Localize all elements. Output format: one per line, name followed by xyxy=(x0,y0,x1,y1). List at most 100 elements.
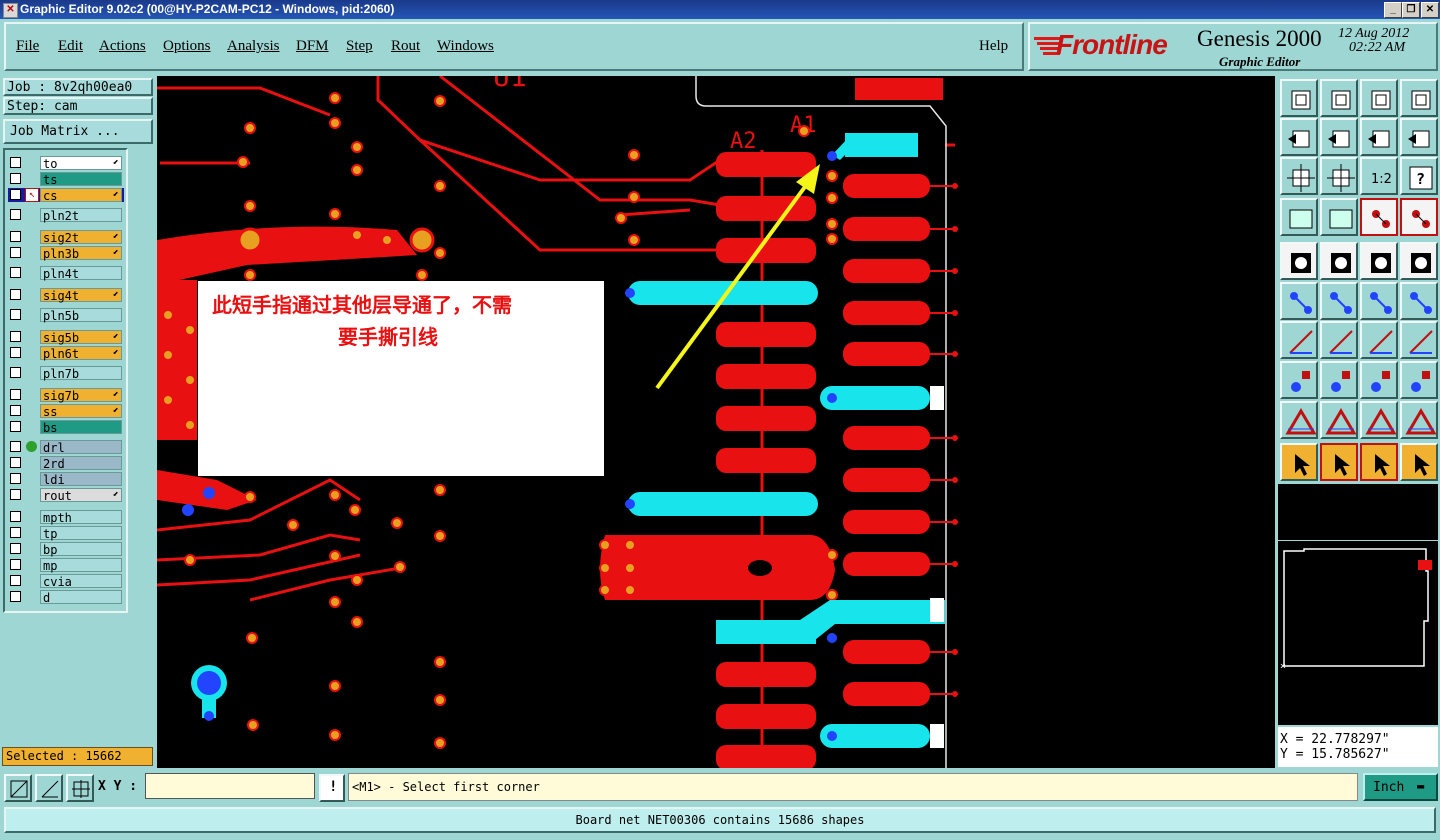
layer-row-mpth[interactable]: mpth xyxy=(8,510,124,525)
menu-options[interactable]: Options xyxy=(163,38,211,55)
layer-checkbox[interactable] xyxy=(10,173,21,184)
pointer-button[interactable] xyxy=(1280,443,1318,481)
angle-button[interactable] xyxy=(1280,321,1318,359)
layer-row-sig2t[interactable]: sig2t ⬋ xyxy=(8,230,124,245)
menu-help[interactable]: Help xyxy=(979,38,1008,55)
layer-row-mp[interactable]: mp xyxy=(8,558,124,573)
triangle-2-button[interactable] xyxy=(1320,401,1358,439)
menu-step[interactable]: Step xyxy=(346,38,373,55)
zoom-home-button[interactable] xyxy=(1280,118,1318,156)
maximize-button[interactable]: ❐ xyxy=(1402,2,1420,18)
layer-row-pln5b[interactable]: pln5b xyxy=(8,308,124,323)
menu-file[interactable]: File xyxy=(16,38,39,55)
open-job-button[interactable] xyxy=(1280,79,1318,117)
line-button[interactable] xyxy=(1320,321,1358,359)
menu-edit[interactable]: Edit xyxy=(58,38,83,55)
layer-checkbox[interactable] xyxy=(10,209,21,220)
fit-screen-button[interactable] xyxy=(1280,157,1318,195)
layer-row-ts[interactable]: ts xyxy=(8,172,124,187)
flip-button[interactable] xyxy=(1360,118,1398,156)
layer-row-sig5b[interactable]: sig5b ⬋ xyxy=(8,330,124,345)
menu-windows[interactable]: Windows xyxy=(437,38,494,55)
layer-checkbox[interactable] xyxy=(10,331,21,342)
layer-checkbox[interactable] xyxy=(10,489,21,500)
window-layout-button[interactable] xyxy=(1400,79,1438,117)
triangle-1-button[interactable] xyxy=(1280,401,1318,439)
close-button[interactable]: ✕ xyxy=(1421,2,1439,18)
layer-row-d[interactable]: d xyxy=(8,590,124,605)
triangle-3-button[interactable] xyxy=(1360,401,1398,439)
route-button[interactable] xyxy=(1400,443,1438,481)
zoom-area-button[interactable] xyxy=(4,774,32,802)
layer-checkbox[interactable] xyxy=(10,473,21,484)
layer-row-cs[interactable]: ↖ cs ⬋ xyxy=(8,188,124,203)
alert-button[interactable]: ! xyxy=(319,774,345,802)
layer-checkbox[interactable] xyxy=(10,559,21,570)
layer-checkbox[interactable] xyxy=(10,157,21,168)
layer-row-cvia[interactable]: cvia xyxy=(8,574,124,589)
line-pad-button[interactable] xyxy=(1360,282,1398,320)
overview-map[interactable]: × xyxy=(1278,541,1438,725)
save-button[interactable] xyxy=(1320,79,1358,117)
layer-checkbox[interactable] xyxy=(10,347,21,358)
layer-checkbox[interactable] xyxy=(10,591,21,602)
menu-rout[interactable]: Rout xyxy=(391,38,420,55)
layer-row-rout[interactable]: rout ⬋ xyxy=(8,488,124,503)
minimize-button[interactable]: _ xyxy=(1384,2,1402,18)
xy-input[interactable] xyxy=(145,773,315,799)
clip-button[interactable] xyxy=(1280,198,1318,236)
layer-checkbox[interactable] xyxy=(10,511,21,522)
scale-button[interactable]: 1:2 xyxy=(1360,157,1398,195)
layer-row-pln3b[interactable]: pln3b ⬋ xyxy=(8,246,124,261)
grid-snap-button[interactable] xyxy=(66,774,94,802)
layer-scrollbar[interactable] xyxy=(128,148,152,768)
layer-checkbox[interactable] xyxy=(10,405,21,416)
layer-checkbox[interactable] xyxy=(10,309,21,320)
net-button[interactable] xyxy=(1360,198,1398,236)
menu-actions[interactable]: Actions xyxy=(99,38,146,55)
layer-checkbox[interactable] xyxy=(10,189,21,200)
help-button[interactable]: ? xyxy=(1400,157,1438,195)
line-pad2-button[interactable] xyxy=(1400,282,1438,320)
triangle-4-button[interactable] xyxy=(1400,401,1438,439)
dash-button[interactable] xyxy=(1320,361,1358,399)
snap-button[interactable] xyxy=(1400,118,1438,156)
layer-row-pln4t[interactable]: pln4t xyxy=(8,266,124,281)
layer-checkbox[interactable] xyxy=(10,231,21,242)
grid-button[interactable] xyxy=(1320,198,1358,236)
text-f-button[interactable] xyxy=(1400,321,1438,359)
layer-checkbox[interactable] xyxy=(10,289,21,300)
menu-dfm[interactable]: DFM xyxy=(296,38,329,55)
layer-row-ldi[interactable]: ldi xyxy=(8,472,124,487)
layer-row-pln7b[interactable]: pln7b xyxy=(8,366,124,381)
connect-button[interactable] xyxy=(1280,282,1318,320)
layer-checkbox[interactable] xyxy=(10,367,21,378)
layer-checkbox[interactable] xyxy=(10,527,21,538)
layer-row-bs[interactable]: bs xyxy=(8,420,124,435)
units-select[interactable]: Inch ▬ xyxy=(1363,773,1438,801)
ruler-button[interactable] xyxy=(1360,242,1398,280)
layer-row-tp[interactable]: tp xyxy=(8,526,124,541)
layer-row-pln2t[interactable]: pln2t xyxy=(8,208,124,223)
layer-row-2rd[interactable]: 2rd xyxy=(8,456,124,471)
measure-button[interactable] xyxy=(1360,361,1398,399)
home-button[interactable] xyxy=(1360,79,1398,117)
center-button[interactable] xyxy=(1320,157,1358,195)
layer-row-bp[interactable]: bp xyxy=(8,542,124,557)
layer-row-drl[interactable]: drl xyxy=(8,440,124,455)
pointer-select-button[interactable] xyxy=(1360,443,1398,481)
arc-button[interactable] xyxy=(1360,321,1398,359)
layer-checkbox[interactable] xyxy=(10,389,21,400)
measure-button[interactable] xyxy=(35,774,63,802)
layer-checkbox[interactable] xyxy=(10,575,21,586)
layer-checkbox[interactable] xyxy=(10,247,21,258)
layer-checkbox[interactable] xyxy=(10,441,21,452)
job-matrix-button[interactable]: Job Matrix ... xyxy=(3,119,153,144)
layer-checkbox[interactable] xyxy=(10,267,21,278)
net-select-button[interactable] xyxy=(1400,198,1438,236)
layer-row-pln6t[interactable]: pln6t ⬋ xyxy=(8,346,124,361)
layer-checkbox[interactable] xyxy=(10,543,21,554)
layer-row-ss[interactable]: ss ⬋ xyxy=(8,404,124,419)
layer-checkbox[interactable] xyxy=(10,457,21,468)
pointer-box-button[interactable] xyxy=(1320,443,1358,481)
